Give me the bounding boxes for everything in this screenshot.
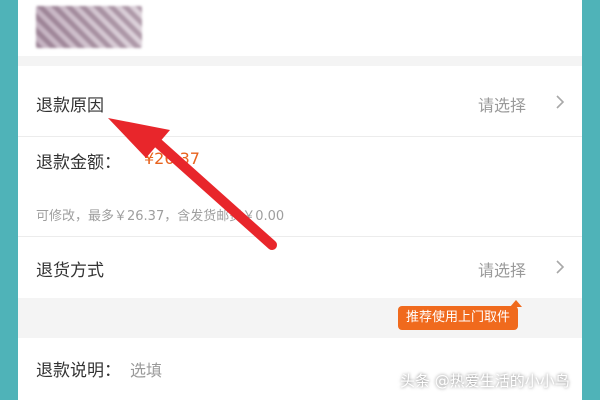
pickup-recommendation-badge[interactable]: 推荐使用上门取件: [398, 306, 519, 330]
refund-amount-label: 退款金额：: [36, 153, 121, 173]
refund-reason-row[interactable]: 退款原因 请选择: [18, 66, 582, 136]
watermark-text: 头条 @热爱生活的小小鸟: [400, 372, 570, 390]
refund-amount-value[interactable]: ¥26.37: [144, 149, 200, 168]
product-thumbnail: [36, 6, 142, 48]
return-method-label: 退货方式: [36, 261, 104, 281]
refund-details-section: 退款原因 请选择 退款金额： ¥26.37 可修改，最多￥26.37，含发货邮费…: [18, 66, 582, 298]
chevron-right-icon: [556, 260, 565, 274]
refund-amount-hint: 可修改，最多￥26.37，含发货邮费￥0.00: [36, 209, 285, 224]
refund-note-label: 退款说明：: [36, 361, 121, 381]
refund-note-input[interactable]: 选填: [130, 357, 162, 381]
return-method-placeholder: 请选择: [478, 261, 527, 280]
refund-reason-label: 退款原因: [36, 96, 104, 116]
chevron-right-icon: [556, 95, 565, 109]
product-card: [18, 0, 582, 56]
refund-form-screen: 退款原因 请选择 退款金额： ¥26.37 可修改，最多￥26.37，含发货邮费…: [18, 0, 582, 400]
refund-reason-placeholder: 请选择: [478, 96, 527, 115]
return-method-row[interactable]: 退货方式 请选择: [18, 237, 582, 298]
refund-amount-row: 退款金额： ¥26.37: [18, 137, 582, 189]
